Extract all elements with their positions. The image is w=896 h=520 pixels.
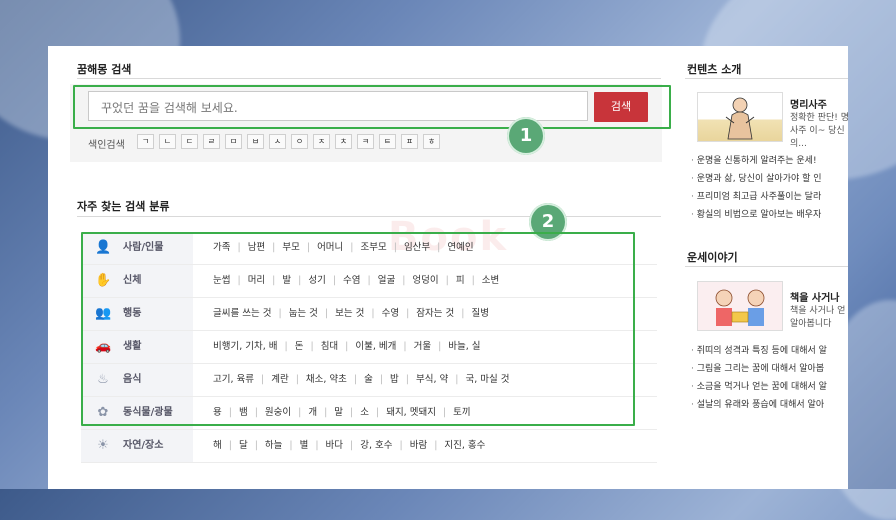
main-column: 꿈해몽 검색 꾸었던 꿈을 검색해 보세요. 검색 색인검색 ㄱㄴㄷㄹㅁㅂㅅㅇㅈ… bbox=[48, 46, 671, 489]
index-key-button[interactable]: ㅌ bbox=[379, 134, 396, 149]
separator: | bbox=[399, 440, 403, 451]
fortune-story-title: 운세이야기 bbox=[687, 251, 738, 264]
category-link[interactable]: 바람 bbox=[410, 440, 427, 451]
annotation-box-2 bbox=[81, 232, 635, 426]
index-key-button[interactable]: ㅊ bbox=[335, 134, 352, 149]
separator: | bbox=[289, 440, 293, 451]
sidebar-link[interactable]: 쥐띠의 성격과 특징 등에 대해서 알 bbox=[691, 342, 827, 360]
kids-reading-image[interactable] bbox=[697, 281, 783, 331]
category-link[interactable]: 강, 호수 bbox=[360, 440, 392, 451]
sidebar: 컨텐츠 소개 명리사주 정확한 판단! 명리사주 이~ 당신의... 운명을 신… bbox=[685, 46, 848, 489]
contents-list: 운명을 신통하게 알려주는 운세!운명과 삶, 당신이 살아가야 할 인프리미엄… bbox=[691, 152, 822, 224]
separator: | bbox=[350, 440, 354, 451]
sidebar-link[interactable]: 황실의 비법으로 알아보는 배우자 bbox=[691, 206, 822, 224]
fortune-list: 쥐띠의 성격과 특징 등에 대해서 알그림을 그리는 꿈에 대해서 알아봅소금을… bbox=[691, 342, 827, 414]
annotation-box-1 bbox=[73, 85, 671, 129]
sidebar-link[interactable]: 소금을 먹거나 얻는 꿈에 대해서 알 bbox=[691, 378, 827, 396]
separator: | bbox=[228, 440, 232, 451]
index-key-button[interactable]: ㄷ bbox=[181, 134, 198, 149]
index-key-button[interactable]: ㅇ bbox=[291, 134, 308, 149]
index-search-label: 색인검색 bbox=[88, 140, 125, 151]
category-name[interactable]: ☀ 자연/장소 bbox=[81, 430, 193, 462]
divider bbox=[77, 216, 661, 217]
category-label: 자연/장소 bbox=[123, 440, 164, 451]
index-key-button[interactable]: ㄱ bbox=[137, 134, 154, 149]
annotation-badge-1: 1 bbox=[507, 117, 545, 155]
feature-title[interactable]: 책을 사거나 bbox=[790, 289, 839, 304]
separator: | bbox=[434, 440, 438, 451]
sidebar-link[interactable]: 설날의 유래와 풍습에 대해서 알아 bbox=[691, 396, 827, 414]
index-key-button[interactable]: ㅋ bbox=[357, 134, 374, 149]
index-key-button[interactable]: ㅂ bbox=[247, 134, 264, 149]
sidebar-link[interactable]: 그림을 그리는 꿈에 대해서 알아봅 bbox=[691, 360, 827, 378]
category-link[interactable]: 하늘 bbox=[265, 440, 282, 451]
index-key-button[interactable]: ㄴ bbox=[159, 134, 176, 149]
category-link[interactable]: 바다 bbox=[326, 440, 343, 451]
index-key-button[interactable]: ㅁ bbox=[225, 134, 242, 149]
category-link[interactable]: 달 bbox=[239, 440, 248, 451]
fortune-teller-image[interactable] bbox=[697, 92, 783, 142]
kids-illustration bbox=[715, 289, 765, 326]
separator: | bbox=[254, 440, 258, 451]
category-row: ☀ 자연/장소 해 | 달 | 하늘 | 별 | 바다 | 강, 호수 | 바람 | 지진, 홍수 bbox=[81, 430, 657, 463]
sidebar-link[interactable]: 운명을 신통하게 알려주는 운세! bbox=[691, 152, 822, 170]
separator: | bbox=[315, 440, 319, 451]
index-keys: ㄱㄴㄷㄹㅁㅂㅅㅇㅈㅊㅋㅌㅍㅎ bbox=[137, 134, 440, 149]
index-key-button[interactable]: ㅈ bbox=[313, 134, 330, 149]
feature-desc: 책을 사거나 얻 서 알아봅니다 bbox=[790, 306, 848, 329]
dream-page: 꿈해몽 검색 꾸었던 꿈을 검색해 보세요. 검색 색인검색 ㄱㄴㄷㄹㅁㅂㅅㅇㅈ… bbox=[48, 46, 848, 489]
index-key-button[interactable]: ㄹ bbox=[203, 134, 220, 149]
divider bbox=[685, 78, 848, 79]
index-key-button[interactable]: ㅎ bbox=[423, 134, 440, 149]
categories-section-title: 자주 찾는 검색 분류 bbox=[77, 200, 170, 213]
search-section-title: 꿈해몽 검색 bbox=[77, 63, 132, 76]
sidebar-link[interactable]: 운명과 삶, 당신이 살아가야 할 인 bbox=[691, 170, 822, 188]
sidebar-link[interactable]: 프리미엄 최고급 사주풀이는 달라 bbox=[691, 188, 822, 206]
divider bbox=[685, 266, 848, 267]
divider bbox=[77, 78, 661, 79]
feature-title[interactable]: 명리사주 bbox=[790, 96, 827, 111]
category-items: 해 | 달 | 하늘 | 별 | 바다 | 강, 호수 | 바람 | 지진, 홍수 bbox=[213, 430, 485, 462]
index-key-button[interactable]: ㅅ bbox=[269, 134, 286, 149]
feature-desc: 정확한 판단! 명리사주 이~ 당신의... bbox=[790, 113, 848, 149]
contents-title: 컨텐츠 소개 bbox=[687, 63, 742, 76]
category-link[interactable]: 지진, 홍수 bbox=[444, 440, 485, 451]
index-key-button[interactable]: ㅍ bbox=[401, 134, 418, 149]
category-link[interactable]: 별 bbox=[300, 440, 309, 451]
category-link[interactable]: 해 bbox=[213, 440, 222, 451]
fortune-teller-illustration bbox=[725, 97, 755, 140]
sun-icon: ☀ bbox=[97, 438, 109, 453]
